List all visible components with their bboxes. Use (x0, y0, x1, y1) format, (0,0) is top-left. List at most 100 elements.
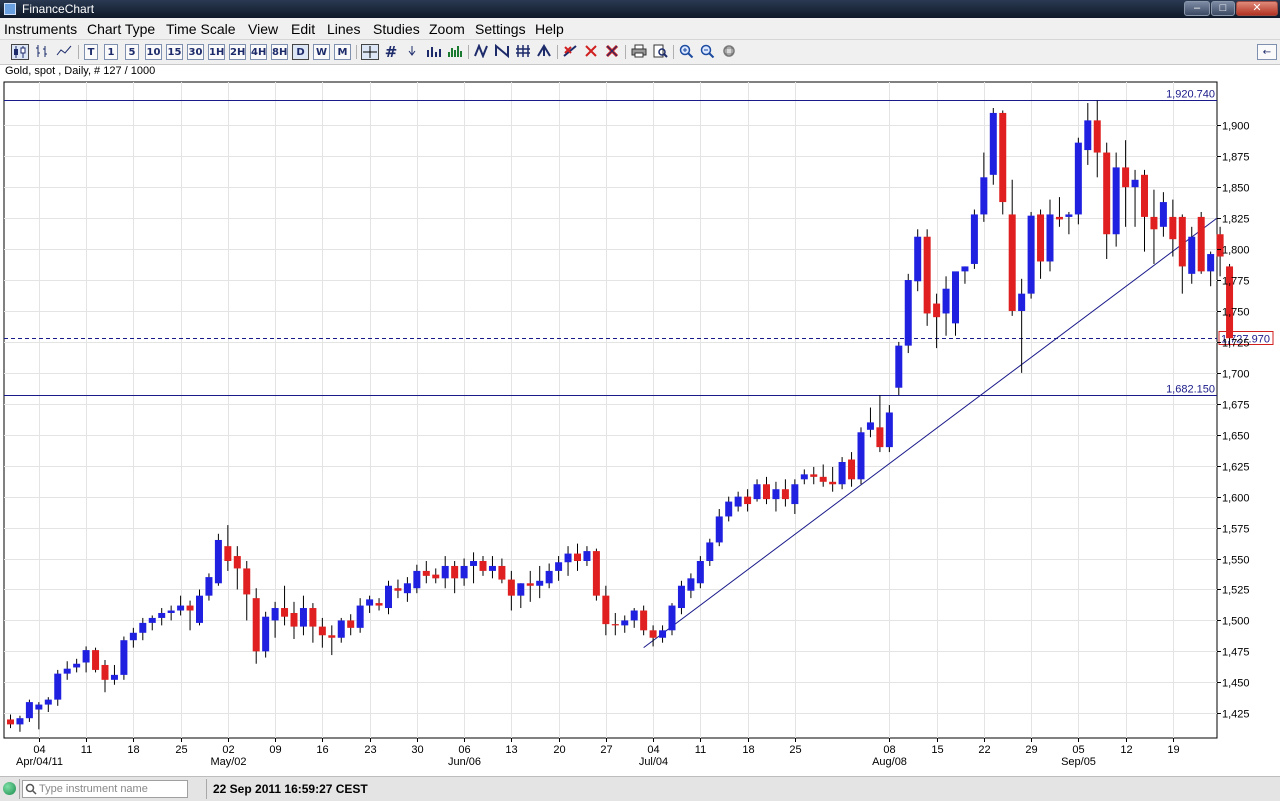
candle-body (621, 620, 629, 626)
candle-body (375, 603, 383, 606)
x-tick-label: 18 (742, 744, 754, 756)
timeframe-monthly[interactable]: M (334, 44, 351, 60)
timeframe-tick[interactable]: T (84, 44, 98, 60)
zoom-in-icon[interactable] (678, 44, 696, 60)
candle-body (1188, 236, 1196, 274)
x-tick-label: 13 (505, 744, 517, 756)
candle-body (252, 598, 260, 652)
x-tick-label: 18 (127, 744, 139, 756)
candle-body (564, 553, 572, 563)
candle-body (952, 271, 959, 324)
candle-body (744, 496, 752, 505)
candle-body (1131, 179, 1139, 188)
menu-instruments[interactable]: Instruments (4, 21, 77, 37)
candle-body (328, 635, 336, 638)
candle-body (451, 565, 459, 579)
candle-body (923, 236, 931, 314)
menu-view[interactable]: View (248, 21, 278, 37)
candle-body (791, 484, 799, 505)
toolbar: T 1 5 10 15 30 1H 2H 4H 8H D W M # ← (0, 40, 1280, 65)
candle-body (970, 214, 978, 264)
candle-body (488, 565, 496, 571)
menu-time-scale[interactable]: Time Scale (166, 21, 236, 37)
y-tick-label: 1,725 (1222, 338, 1250, 350)
menu-edit[interactable]: Edit (291, 21, 315, 37)
crosshair-icon[interactable] (361, 44, 379, 60)
trendline-tool-icon[interactable] (472, 43, 490, 60)
status-datetime: 22 Sep 2011 16:59:27 CEST (213, 782, 368, 796)
fibonacci-tool-icon[interactable] (514, 44, 532, 60)
y-tick-label: 1,825 (1222, 214, 1250, 226)
candle-body (7, 719, 14, 725)
grid-icon[interactable]: # (382, 44, 400, 60)
timeframe-1m[interactable]: 1 (104, 44, 118, 60)
volume-icon[interactable] (424, 44, 442, 60)
month-label: May/02 (210, 756, 246, 768)
timeframe-15m[interactable]: 15 (166, 44, 183, 60)
instrument-search-input[interactable]: Type instrument name (22, 780, 188, 798)
timeframe-daily[interactable]: D (292, 44, 309, 60)
zoom-fit-icon[interactable] (720, 44, 738, 60)
timeframe-10m[interactable]: 10 (145, 44, 162, 60)
timeframe-8h[interactable]: 8H (271, 44, 288, 60)
timeframe-weekly[interactable]: W (313, 44, 330, 60)
candle-body (224, 546, 232, 562)
channel-tool-icon[interactable] (493, 43, 511, 60)
timeframe-30m[interactable]: 30 (187, 44, 204, 60)
candle-body (1008, 214, 1016, 311)
menu-lines[interactable]: Lines (327, 21, 360, 37)
y-tick-label: 1,525 (1222, 585, 1250, 597)
x-tick-label: 06 (458, 744, 470, 756)
bar-chart-icon[interactable] (33, 44, 51, 60)
menu-settings[interactable]: Settings (475, 21, 526, 37)
candle-body (139, 622, 147, 633)
menu-chart-type[interactable]: Chart Type (87, 21, 155, 37)
candle-body (829, 481, 837, 485)
candle-body (347, 620, 355, 628)
close-button[interactable]: ✕ (1236, 1, 1278, 16)
pitchfork-tool-icon[interactable] (535, 44, 553, 60)
candle-body (479, 561, 487, 571)
timeframe-5m[interactable]: 5 (125, 44, 139, 60)
minimize-button[interactable]: ‒ (1184, 1, 1210, 16)
dock-panel-icon[interactable]: ← (1257, 44, 1277, 60)
delete-line-icon[interactable] (561, 44, 579, 60)
candle-body (611, 624, 619, 626)
delete-all-icon[interactable] (603, 44, 621, 60)
candle-body (1065, 214, 1073, 217)
menu-studies[interactable]: Studies (373, 21, 420, 37)
menu-zoom[interactable]: Zoom (429, 21, 465, 37)
candle-body (961, 266, 969, 272)
candle (1027, 211, 1035, 299)
x-tick-label: 09 (269, 744, 281, 756)
x-tick-label: 12 (1120, 744, 1132, 756)
price-chart[interactable]: 1,920.7401,682.1501,727.970 1,4251,4501,… (0, 78, 1280, 776)
y-tick-label: 1,675 (1222, 400, 1250, 412)
candle-body (129, 632, 137, 641)
print-icon[interactable] (630, 44, 648, 60)
cursor-info-icon[interactable] (404, 44, 420, 60)
plot-area[interactable] (3, 81, 1218, 739)
candle-body (819, 476, 827, 482)
candle-body (687, 578, 695, 591)
timeframe-4h[interactable]: 4H (250, 44, 267, 60)
candlestick-chart-icon[interactable] (11, 44, 29, 60)
timeframe-2h[interactable]: 2H (229, 44, 246, 60)
candle-body (110, 674, 118, 680)
menu-help[interactable]: Help (535, 21, 564, 37)
line-chart-icon[interactable] (55, 44, 73, 60)
candle-body (1197, 216, 1205, 272)
window-title: FinanceChart (22, 2, 95, 16)
delete-icon[interactable] (583, 44, 599, 60)
candle-body (980, 177, 988, 215)
maximize-button[interactable]: □ (1211, 1, 1235, 16)
zoom-out-icon[interactable] (699, 44, 717, 60)
timeframe-1h[interactable]: 1H (208, 44, 225, 60)
candle-body (167, 610, 175, 613)
candle-body (696, 561, 704, 584)
indicator-icon[interactable] (446, 44, 464, 60)
candle (970, 209, 978, 269)
candle-body (54, 673, 62, 700)
print-preview-icon[interactable] (651, 44, 669, 60)
x-tick-label: 27 (600, 744, 612, 756)
